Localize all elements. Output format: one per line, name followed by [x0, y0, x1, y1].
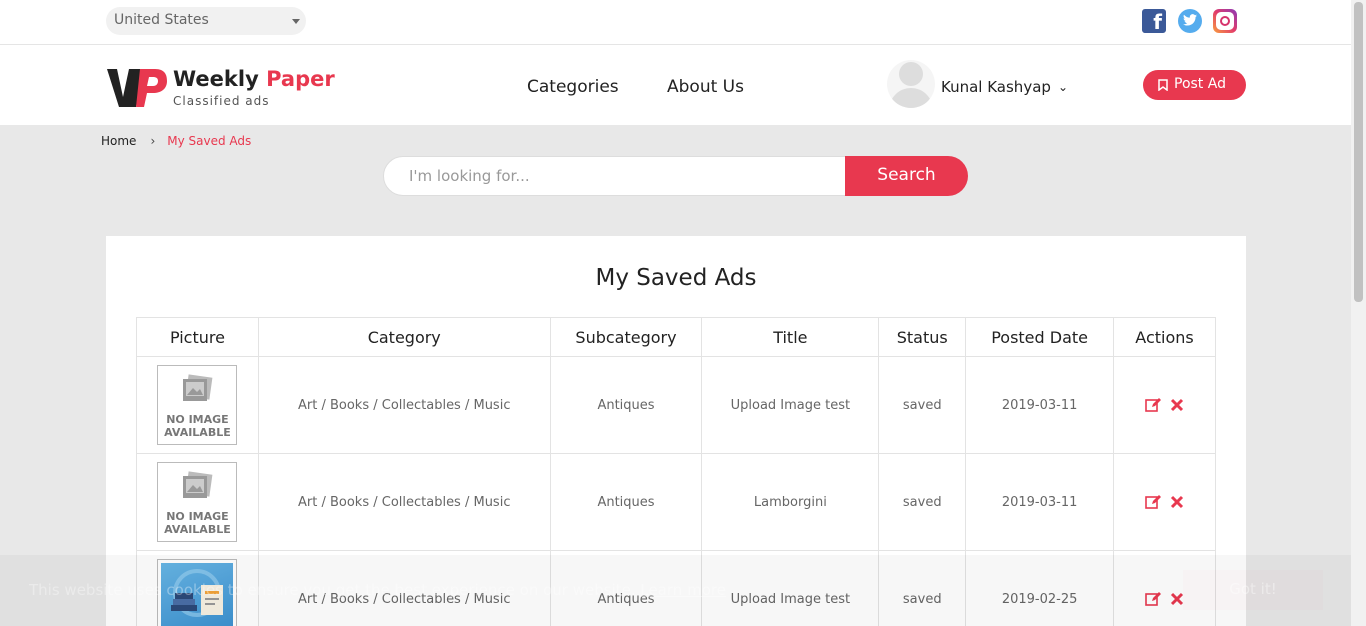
no-image-text: NO IMAGE AVAILABLE [164, 510, 231, 536]
main-header: Weekly Paper Classified ads Categories A… [0, 45, 1351, 125]
breadcrumb-separator: › [150, 134, 156, 148]
nav-about-us[interactable]: About Us [667, 77, 744, 97]
category-cell: Art / Books / Collectables / Music [257, 453, 551, 551]
chevron-down-icon[interactable]: ⌄ [1058, 80, 1068, 94]
title-cell[interactable]: Lamborgini [701, 453, 880, 551]
logo-name: Weekly Paper [173, 67, 335, 91]
subcategory-cell: Antiques [549, 453, 703, 551]
nav-categories[interactable]: Categories [527, 77, 619, 97]
subcategory-cell: Antiques [549, 356, 703, 454]
column-header: Picture [136, 317, 259, 357]
scrollbar-thumb[interactable] [1354, 2, 1363, 302]
search-input[interactable]: I'm looking for... [383, 156, 853, 196]
status-cell: saved [878, 453, 967, 551]
column-header: Posted Date [965, 317, 1115, 357]
delete-icon[interactable] [1169, 397, 1185, 413]
post-ad-label: Post Ad [1174, 76, 1226, 92]
user-name[interactable]: Kunal Kashyap [941, 78, 1051, 96]
delete-icon[interactable] [1169, 494, 1185, 510]
country-select[interactable]: United States [106, 7, 306, 35]
column-header: Category [257, 317, 551, 357]
image-placeholder-icon [183, 374, 213, 401]
chevron-down-icon [292, 19, 300, 24]
no-image-thumbnail[interactable]: NO IMAGE AVAILABLE [157, 365, 238, 445]
image-placeholder-icon [183, 471, 213, 498]
table-row: NO IMAGE AVAILABLE Art / Books / Collecta… [136, 356, 1216, 454]
breadcrumb-current: My Saved Ads [167, 134, 252, 148]
country-select-value: United States [114, 12, 209, 28]
cookie-accept-button[interactable]: Got it! [1183, 570, 1323, 610]
actions-cell [1113, 453, 1216, 551]
status-cell: saved [878, 356, 967, 454]
breadcrumb: Home › My Saved Ads [101, 134, 251, 148]
column-header: Status [878, 317, 967, 357]
edit-icon[interactable] [1144, 494, 1161, 510]
column-header: Title [701, 317, 880, 357]
category-cell: Art / Books / Collectables / Music [257, 356, 551, 454]
posted-date-cell: 2019-03-11 [965, 453, 1115, 551]
cookie-message: This website uses cookies to ensure you … [29, 581, 726, 599]
page-scrollbar[interactable] [1351, 0, 1366, 626]
learn-more-link[interactable]: Learn more [640, 581, 726, 599]
actions-cell [1113, 356, 1216, 454]
bookmark-icon [1158, 79, 1168, 91]
post-ad-button[interactable]: Post Ad [1143, 70, 1246, 100]
title-cell[interactable]: Upload Image test [701, 356, 880, 454]
column-header: Actions [1113, 317, 1216, 357]
avatar[interactable] [887, 60, 935, 108]
table-row: NO IMAGE AVAILABLE Art / Books / Collecta… [136, 453, 1216, 551]
column-header: Subcategory [549, 317, 703, 357]
cookie-banner: This website uses cookies to ensure you … [0, 555, 1366, 626]
search-button[interactable]: Search [845, 156, 968, 196]
facebook-icon[interactable]: f [1142, 9, 1166, 34]
no-image-text: NO IMAGE AVAILABLE [164, 413, 231, 439]
instagram-icon[interactable] [1213, 9, 1237, 33]
page-title: My Saved Ads [595, 265, 757, 291]
table-header-row: Picture Category Subcategory Title Statu… [136, 317, 1216, 357]
twitter-icon[interactable] [1178, 9, 1202, 33]
edit-icon[interactable] [1144, 397, 1161, 413]
search-placeholder: I'm looking for... [409, 167, 530, 185]
no-image-thumbnail[interactable]: NO IMAGE AVAILABLE [157, 462, 238, 542]
top-bar: United States f [0, 0, 1351, 45]
logo-mark-icon [107, 69, 167, 107]
logo-tagline: Classified ads [173, 94, 270, 108]
breadcrumb-home[interactable]: Home [101, 134, 136, 148]
posted-date-cell: 2019-03-11 [965, 356, 1115, 454]
